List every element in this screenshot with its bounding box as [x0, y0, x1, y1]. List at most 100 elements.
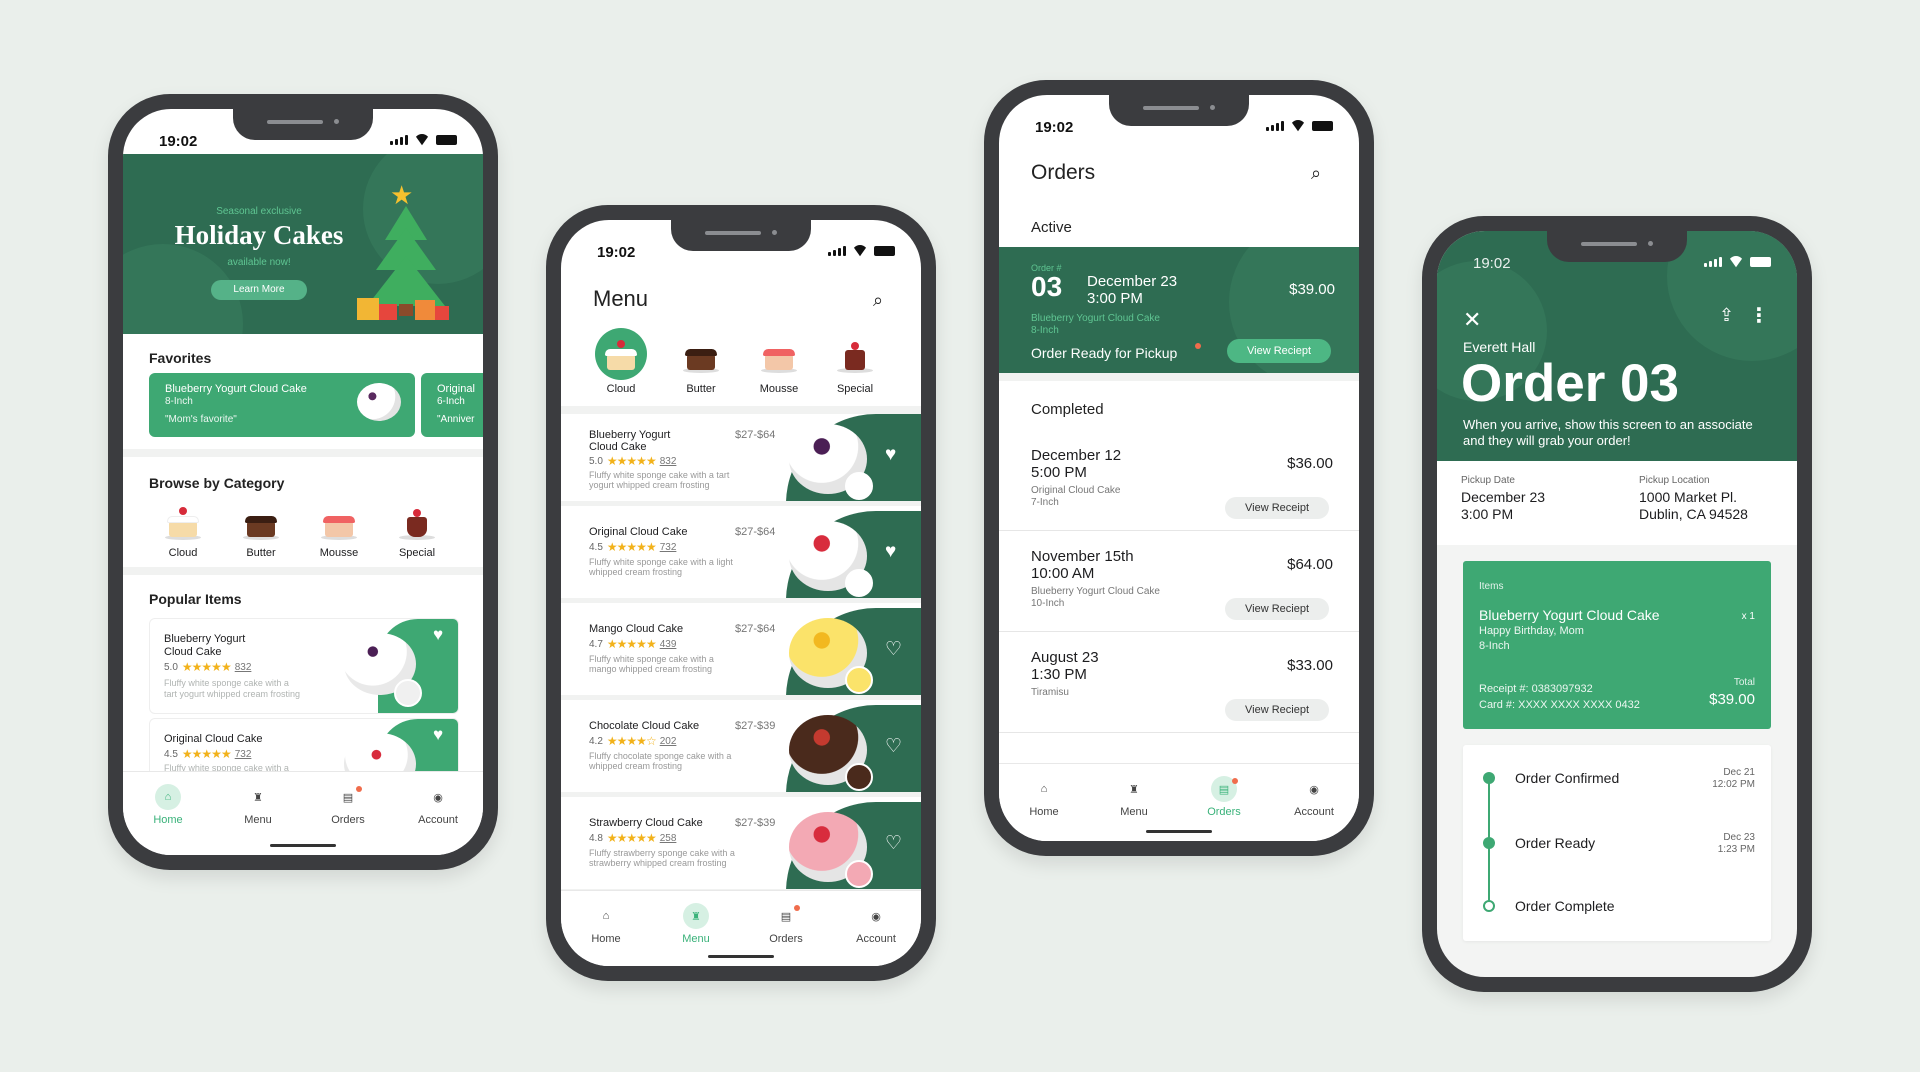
order-title: Order 03	[1461, 354, 1680, 413]
rating-row: 5.0 ★★★★★ 832	[589, 454, 677, 468]
review-count-link[interactable]: 258	[660, 833, 677, 844]
order-price: $64.00	[1287, 556, 1333, 573]
category-butter[interactable]: Butter	[229, 501, 293, 559]
popular-item-card[interactable]: Original Cloud Cake 4.5 ★★★★★ 732 Fluffy…	[149, 718, 459, 775]
tab-home[interactable]: ⌂ Home	[133, 784, 203, 855]
notch	[1547, 231, 1687, 262]
status-time: 19:02	[159, 133, 198, 150]
menu-item-card[interactable]: Blueberry Yogurt Cloud Cake $27-$64 5.0 ★★★★…	[561, 414, 921, 506]
cake-thumbnail	[845, 763, 873, 791]
active-heading: Active	[1031, 219, 1072, 236]
category-butter[interactable]: Butter	[669, 334, 733, 395]
learn-more-button[interactable]: Learn More	[211, 280, 307, 300]
favorite-note: "Mom's favorite"	[165, 414, 237, 425]
favorite-heart-icon[interactable]: ♡	[885, 638, 902, 661]
menu-item-card[interactable]: Strawberry Cloud Cake $27-$39 4.8 ★★★★★ 258 F…	[561, 802, 921, 894]
menu-item-card[interactable]: Original Cloud Cake $27-$64 4.5 ★★★★★ 732 Flu…	[561, 511, 921, 603]
item-quantity: x 1	[1741, 611, 1755, 622]
wifi-icon	[1290, 120, 1306, 131]
favorite-name: Blueberry Yogurt Cloud Cake	[165, 383, 307, 395]
popular-section: Popular Items Blueberry Yogurt Cloud Cak…	[123, 575, 483, 775]
completed-order-row[interactable]: December 12 5:00 PM $36.00 Original Cloud C…	[999, 431, 1359, 531]
order-date: August 23	[1031, 649, 1099, 666]
item-name-line2: Cloud Cake	[589, 441, 647, 453]
tab-account[interactable]: ◉ Account	[403, 784, 473, 855]
rating-stars: ★★★★★	[606, 540, 657, 554]
rating-stars: ★★★★☆	[606, 734, 657, 748]
favorites-section: Favorites Blueberry Yogurt Cloud Cake 8-…	[123, 334, 483, 449]
category-row: Cloud Butter Mousse Special	[581, 328, 901, 398]
arrival-message: When you arrive, show this screen to an …	[1463, 417, 1753, 448]
favorite-heart-icon[interactable]: ♥	[433, 625, 443, 645]
menu-item-list: Blueberry Yogurt Cloud Cake $27-$64 5.0 ★★★★…	[561, 414, 921, 894]
view-receipt-button[interactable]: View Receipt	[1225, 497, 1329, 519]
tab-bar: ⌂ Home ♜ Menu ▤ Orders ◉ Account	[561, 890, 921, 966]
review-count-link[interactable]: 732	[235, 749, 252, 760]
account-icon: ◉	[433, 791, 443, 804]
tab-account[interactable]: ◉ Account	[1279, 776, 1349, 841]
order-total: $39.00	[1709, 691, 1755, 708]
category-cloud[interactable]: Cloud	[589, 328, 653, 395]
order-time: 10:00 AM	[1031, 565, 1095, 582]
cloud-cake-icon	[601, 334, 641, 374]
view-receipt-button[interactable]: View Reciept	[1225, 699, 1329, 721]
item-name: Blueberry Yogurt	[589, 429, 671, 441]
signal-icon	[390, 135, 408, 145]
favorite-card[interactable]: Original 6-Inch "Anniver	[421, 373, 483, 437]
favorite-size: 8-Inch	[165, 396, 193, 407]
review-count-link[interactable]: 832	[660, 456, 677, 467]
active-order-card[interactable]: Order # 03 December 23 3:00 PM $39.00 Bl…	[999, 247, 1359, 373]
review-count-link[interactable]: 732	[660, 542, 677, 553]
special-cake-icon	[835, 334, 875, 374]
completed-order-row[interactable]: August 23 1:30 PM $33.00 Tiramisu View Recie…	[999, 633, 1359, 733]
cloud-cake-icon	[163, 501, 203, 541]
category-mousse[interactable]: Mousse	[307, 501, 371, 559]
favorite-heart-icon[interactable]: ♥	[433, 725, 443, 745]
home-screen: 19:02 Seasonal exclusive Holiday Cakes a…	[123, 109, 483, 855]
rating-row: 4.2 ★★★★☆ 202	[589, 734, 677, 748]
holiday-banner[interactable]: Seasonal exclusive Holiday Cakes availab…	[123, 154, 483, 334]
notch	[1109, 95, 1249, 126]
tab-home[interactable]: ⌂ Home	[1009, 776, 1079, 841]
menu-item-card[interactable]: Mango Cloud Cake $27-$64 4.7 ★★★★★ 439 Fluffy…	[561, 608, 921, 700]
christmas-tree-illustration: ★	[357, 180, 451, 330]
status-time: 19:02	[1473, 255, 1511, 272]
completed-order-row[interactable]: November 15th 10:00 AM $64.00 Blueberry Yog…	[999, 532, 1359, 632]
search-icon[interactable]: ⌕	[873, 290, 883, 311]
review-count-link[interactable]: 202	[660, 736, 677, 747]
search-icon[interactable]: ⌕	[1311, 163, 1321, 184]
review-count-link[interactable]: 439	[660, 639, 677, 650]
order-price: $33.00	[1287, 657, 1333, 674]
favorite-heart-icon[interactable]: ♥	[885, 541, 896, 563]
view-receipt-button[interactable]: View Reciept	[1225, 598, 1329, 620]
favorite-heart-icon[interactable]: ♡	[885, 832, 902, 855]
mousse-cake-icon	[759, 334, 799, 374]
cake-icon: ♜	[1129, 783, 1139, 796]
popular-item-card[interactable]: Blueberry Yogurt Cloud Cake 5.0 ★★★★★ 83…	[149, 618, 459, 714]
more-options-icon[interactable]: ⋮	[1749, 303, 1769, 328]
rating-stars: ★★★★★	[181, 660, 232, 674]
share-icon[interactable]: ⇪	[1719, 305, 1734, 326]
favorite-card[interactable]: Blueberry Yogurt Cloud Cake 8-Inch "Mom'…	[149, 373, 415, 437]
category-special[interactable]: Special	[385, 501, 449, 559]
pickup-info: Pickup Date December 23 3:00 PM Pickup L…	[1437, 461, 1797, 545]
favorite-heart-icon[interactable]: ♥	[885, 444, 896, 466]
cake-thumbnail	[845, 472, 873, 500]
favorite-heart-icon[interactable]: ♡	[885, 735, 902, 758]
favorite-note: "Anniver	[437, 414, 475, 425]
close-icon[interactable]: ✕	[1463, 307, 1481, 333]
items-card: Items Blueberry Yogurt Cloud Cake x 1 Ha…	[1463, 561, 1771, 729]
category-mousse[interactable]: Mousse	[747, 334, 811, 395]
category-cloud[interactable]: Cloud	[151, 501, 215, 559]
view-receipt-button[interactable]: View Reciept	[1227, 339, 1331, 363]
review-count-link[interactable]: 832	[235, 662, 252, 673]
category-special[interactable]: Special	[823, 334, 887, 395]
order-status: Order Ready for Pickup	[1031, 345, 1178, 361]
rating-row: 4.8 ★★★★★ 258	[589, 831, 677, 845]
item-price: $27-$39	[735, 817, 776, 829]
rating-row: 4.7 ★★★★★ 439	[589, 637, 677, 651]
tab-account[interactable]: ◉ Account	[841, 903, 911, 966]
item-price: $27-$39	[735, 720, 776, 732]
tab-home[interactable]: ⌂ Home	[571, 903, 641, 966]
menu-item-card[interactable]: Chocolate Cloud Cake $27-$39 4.2 ★★★★☆ 202 Fl…	[561, 705, 921, 797]
